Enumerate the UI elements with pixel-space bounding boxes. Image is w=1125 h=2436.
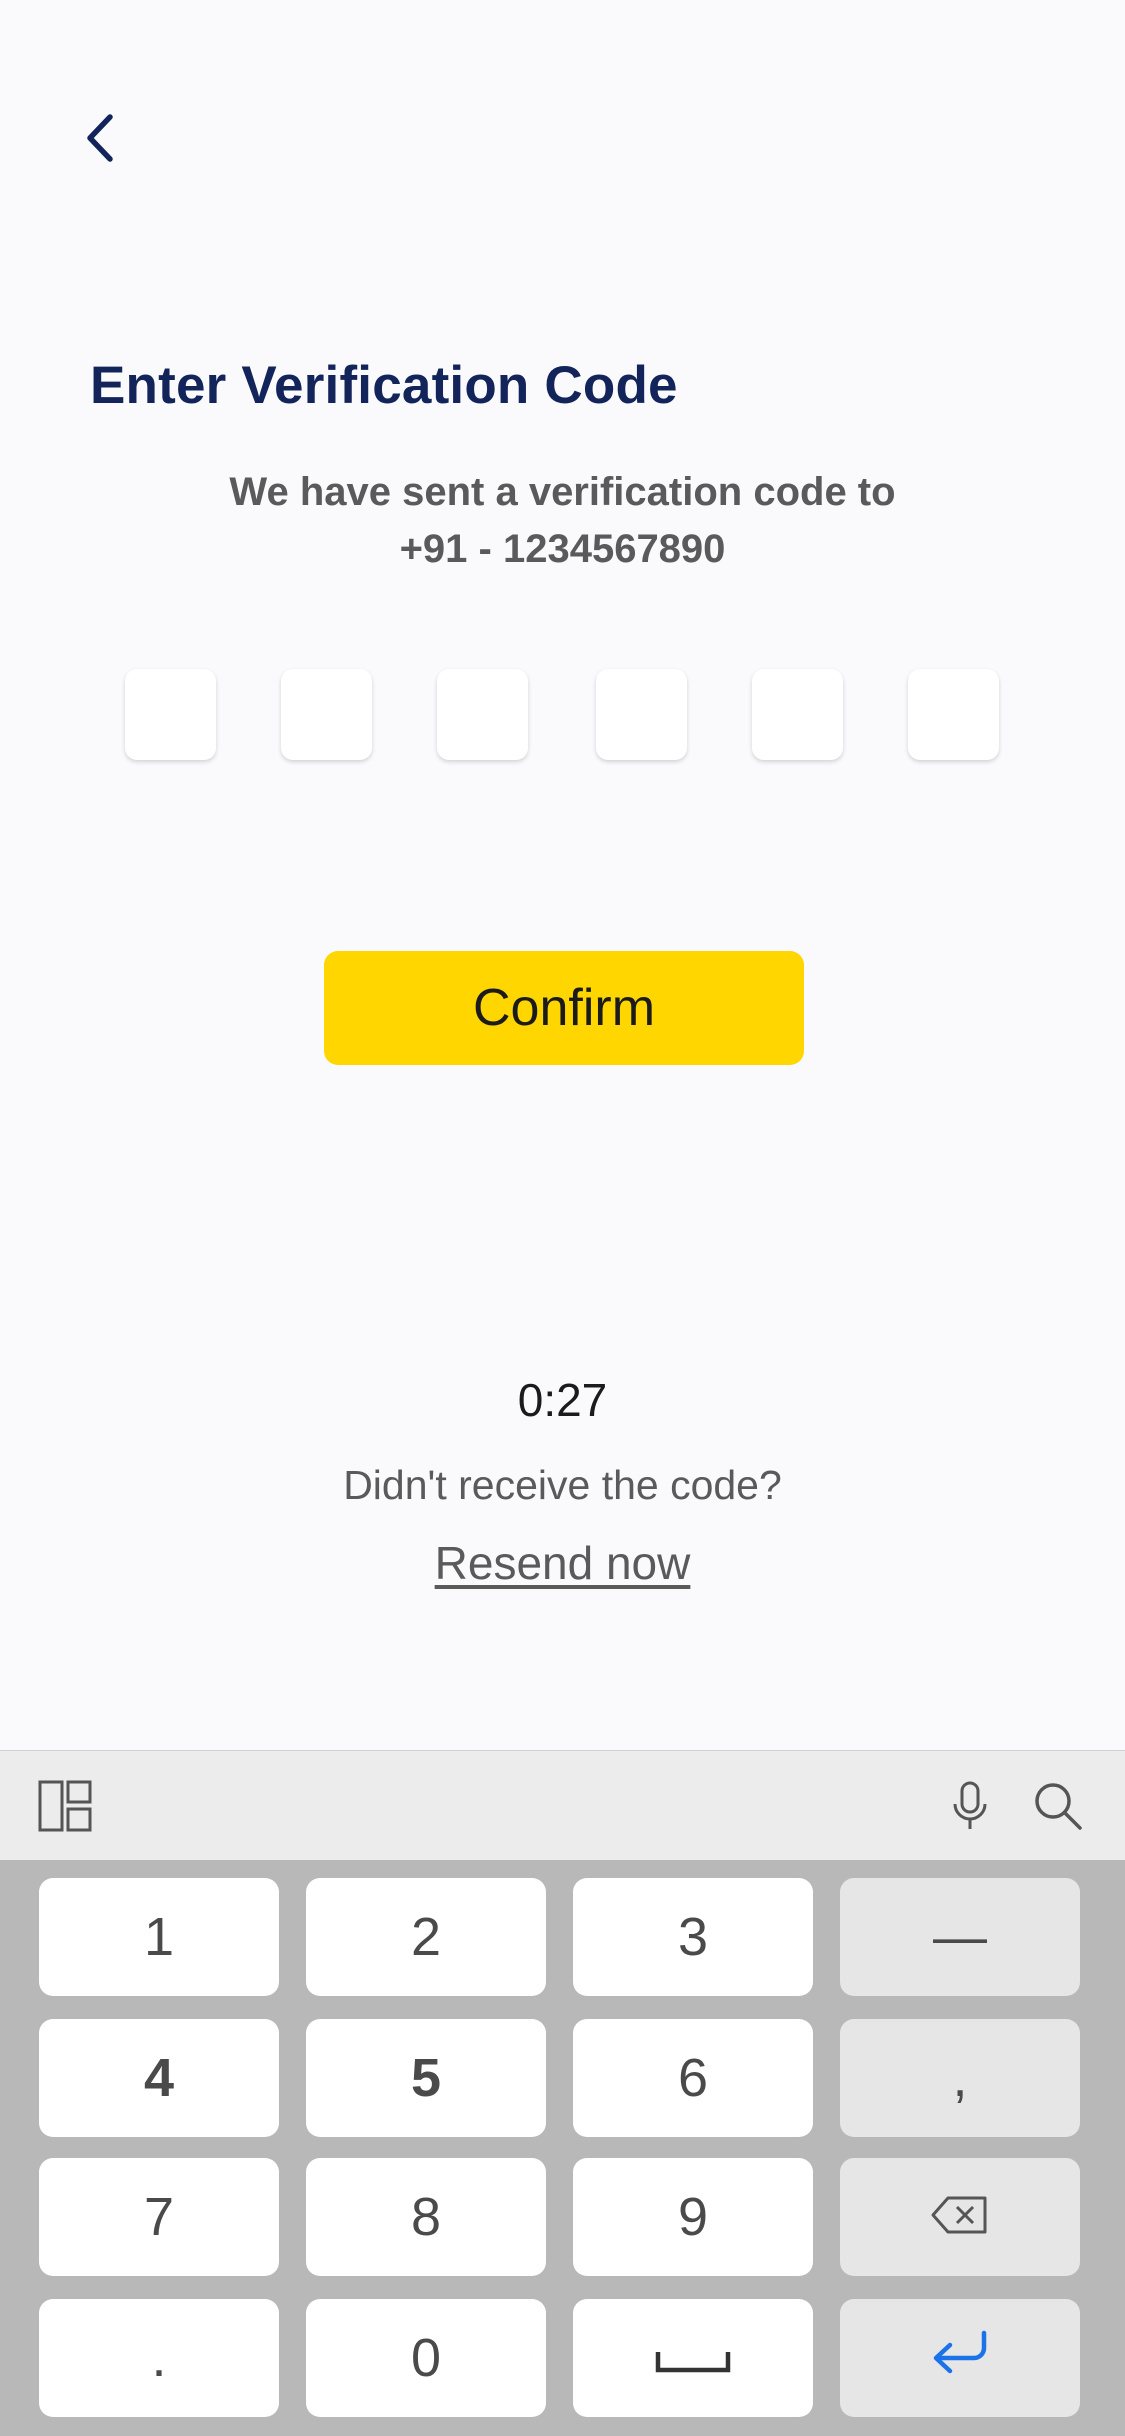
enter-icon (928, 2327, 992, 2389)
numeric-keyboard: 1 2 3 — 4 5 6 , 7 8 9 . 0 (0, 1750, 1125, 2436)
otp-digit-6[interactable] (908, 669, 999, 760)
enter-key[interactable] (840, 2299, 1080, 2417)
page-title: Enter Verification Code (90, 356, 678, 415)
space-bar-icon (655, 2327, 731, 2389)
resend-container: Resend now (0, 1536, 1125, 1590)
verification-message: We have sent a verification code to (229, 470, 896, 514)
keyboard-toolbar (0, 1750, 1125, 1860)
microphone-icon[interactable] (940, 1776, 1000, 1836)
key-6[interactable]: 6 (573, 2019, 813, 2137)
phone-number: +91 - 1234567890 (399, 527, 726, 571)
key-8[interactable]: 8 (306, 2158, 546, 2276)
backspace-key[interactable] (840, 2158, 1080, 2276)
otp-digit-4[interactable] (596, 669, 687, 760)
key-period[interactable]: . (39, 2299, 279, 2417)
countdown-timer: 0:27 (517, 1374, 608, 1426)
key-3[interactable]: 3 (573, 1878, 813, 1996)
key-comma[interactable]: , (840, 2019, 1080, 2137)
key-dash[interactable]: — (840, 1878, 1080, 1996)
key-7[interactable]: 7 (39, 2158, 279, 2276)
key-5[interactable]: 5 (306, 2019, 546, 2137)
chevron-left-icon (82, 111, 118, 170)
backspace-icon (930, 2186, 990, 2248)
keyboard-layout-icon[interactable] (30, 1776, 100, 1836)
key-9[interactable]: 9 (573, 2158, 813, 2276)
space-key[interactable] (573, 2299, 813, 2417)
resend-now-link[interactable]: Resend now (435, 1537, 691, 1589)
back-button[interactable] (70, 105, 130, 175)
otp-digit-3[interactable] (437, 669, 528, 760)
otp-digit-2[interactable] (281, 669, 372, 760)
otp-digit-5[interactable] (752, 669, 843, 760)
key-4[interactable]: 4 (39, 2019, 279, 2137)
confirm-button[interactable]: Confirm (324, 951, 804, 1065)
key-0[interactable]: 0 (306, 2299, 546, 2417)
key-1[interactable]: 1 (39, 1878, 279, 1996)
search-icon[interactable] (1028, 1776, 1088, 1836)
resend-prompt: Didn't receive the code? (343, 1462, 782, 1508)
key-2[interactable]: 2 (306, 1878, 546, 1996)
otp-digit-1[interactable] (125, 669, 216, 760)
